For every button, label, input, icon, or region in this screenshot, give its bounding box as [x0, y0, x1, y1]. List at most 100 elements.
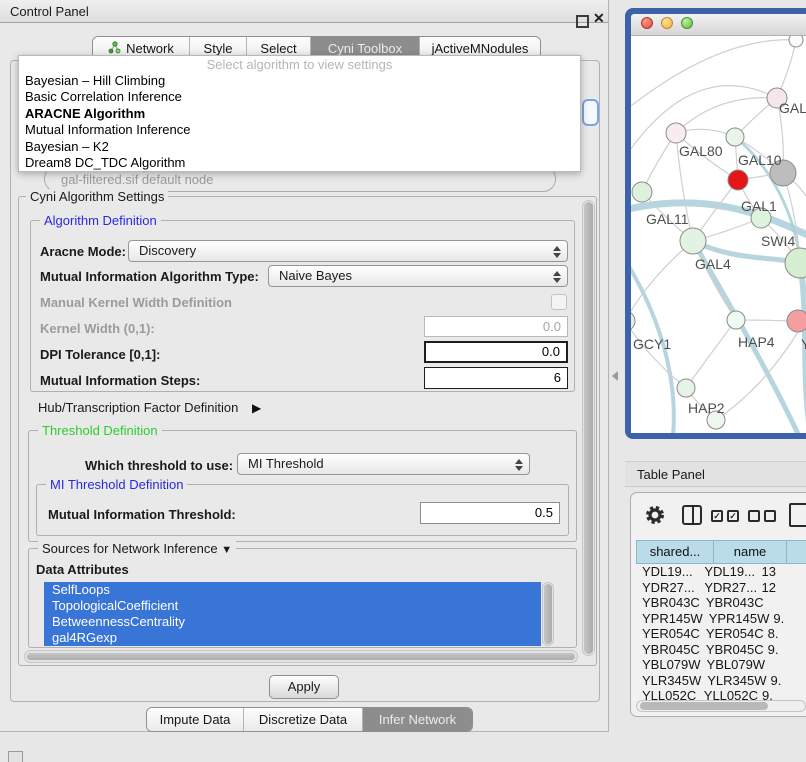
cell: [765, 657, 806, 673]
node-salmon[interactable]: [787, 310, 806, 332]
node-swi4[interactable]: [785, 248, 806, 278]
table-settings-gear-icon[interactable]: [645, 505, 665, 525]
node-selected-red[interactable]: [728, 170, 748, 190]
deselect-all-checkbox-icon[interactable]: [748, 510, 760, 522]
list-item[interactable]: gal4RGexp: [44, 630, 541, 646]
table-row[interactable]: YPR145W YPR145W 9.: [636, 611, 806, 627]
dropdown-item-selected[interactable]: ARACNE Algorithm: [19, 106, 580, 122]
cell: YDL19...: [698, 564, 757, 580]
close-icon[interactable]: ✕: [593, 10, 609, 28]
tab-infer-network[interactable]: Infer Network: [363, 708, 472, 731]
column-header-partial[interactable]: [786, 540, 806, 564]
node-label: GAL4: [695, 256, 731, 272]
network-canvas[interactable]: GAL GAL80 GAL10 GAL1 GAL11 SWI4 GAL4 GCY…: [631, 36, 806, 433]
cell: 9.: [767, 673, 806, 689]
table-row[interactable]: YBL079W YBL079W: [636, 657, 806, 673]
settings-vertical-scrollbar[interactable]: [582, 200, 595, 656]
panel-restore-icon[interactable]: [8, 751, 23, 762]
cell: YPR145W: [703, 611, 770, 627]
cyni-bottom-tabbar: Impute Data Discretize Data Infer Networ…: [146, 707, 473, 732]
cell: 8.: [764, 626, 806, 642]
select-all-checkbox-icon[interactable]: ✓: [727, 510, 739, 522]
node-hap2[interactable]: [677, 379, 695, 397]
node-gal11[interactable]: [632, 182, 652, 202]
cyni-algorithm-settings-title: Cyni Algorithm Settings: [26, 189, 168, 204]
mi-threshold-field[interactable]: 0.5: [420, 502, 560, 524]
focused-combobox-fragment[interactable]: [582, 99, 599, 126]
mi-steps-field[interactable]: 6: [424, 367, 568, 389]
mac-zoom-icon[interactable]: [681, 17, 693, 29]
spinner-arrows-icon: [552, 245, 560, 259]
mac-minimize-icon[interactable]: [661, 17, 673, 29]
collapse-arrow-icon: ▼: [221, 544, 232, 556]
cell: YER054C: [700, 626, 764, 642]
attributes-list-scrollbar[interactable]: [542, 582, 554, 646]
sources-title[interactable]: Sources for Network Inference ▼: [38, 541, 236, 556]
dpi-tolerance-field[interactable]: 0.0: [424, 341, 568, 363]
control-panel-titlebar: Control Panel: [0, 0, 608, 23]
dropdown-item[interactable]: Basic Correlation Inference: [19, 89, 580, 105]
list-item[interactable]: BetweennessCentrality: [44, 614, 541, 630]
mi-algorithm-type-label: Mutual Information Algorithm Type:: [40, 269, 259, 284]
node-gcy1[interactable]: [631, 311, 635, 331]
tab-discretize-data[interactable]: Discretize Data: [244, 708, 363, 731]
tab-network-label: Network: [126, 41, 174, 56]
table-row[interactable]: YDR27... YDR27... 12: [636, 580, 806, 596]
hub-transcription-factor-label: Hub/Transcription Factor Definition: [38, 400, 238, 415]
which-threshold-label: Which threshold to use:: [85, 458, 233, 473]
apply-button[interactable]: Apply: [269, 675, 339, 699]
settings-horizontal-scrollbar[interactable]: [24, 650, 578, 663]
table-row[interactable]: YER054C YER054C 8.: [636, 626, 806, 642]
dropdown-item[interactable]: Bayesian – K2: [19, 139, 580, 155]
desktop: Control Panel ✕ Network Style Select Cyn…: [0, 0, 806, 762]
node-gal80[interactable]: [666, 123, 686, 143]
manual-kernel-width-checkbox[interactable]: [551, 294, 567, 310]
expand-arrow-icon: ▶: [252, 401, 261, 415]
tab-style-label: Style: [204, 41, 233, 56]
cell: YBR045C: [636, 642, 700, 658]
deselect-all-checkbox-icon[interactable]: [764, 510, 776, 522]
column-header-name[interactable]: name: [713, 540, 787, 564]
tab-impute-data[interactable]: Impute Data: [147, 708, 244, 731]
kernel-width-field[interactable]: 0.0: [424, 316, 568, 337]
mi-algorithm-type-combobox[interactable]: Naive Bayes: [268, 265, 568, 287]
cell: YDL19...: [636, 564, 698, 580]
mi-threshold-label: Mutual Information Threshold:: [48, 507, 236, 522]
table-horizontal-scrollbar[interactable]: [636, 700, 806, 712]
list-item[interactable]: TopologicalCoefficient: [44, 598, 541, 614]
column-header-shared-name[interactable]: shared...: [636, 540, 714, 564]
new-table-icon[interactable]: [789, 503, 806, 527]
node-label: HAP2: [688, 400, 725, 416]
dropdown-item[interactable]: Bayesian – Hill Climbing: [19, 73, 580, 89]
aracne-mode-value: Discovery: [139, 243, 196, 258]
dropdown-item[interactable]: Mutual Information Inference: [19, 122, 580, 138]
aracne-mode-combobox[interactable]: Discovery: [128, 240, 568, 262]
float-window-icon[interactable]: [576, 15, 589, 28]
table-row[interactable]: YBR043C YBR043C: [636, 595, 806, 611]
table-row[interactable]: YDL19... YDL19... 13: [636, 564, 806, 580]
node-gal10[interactable]: [726, 128, 744, 146]
splitpane-handle-icon[interactable]: [612, 371, 618, 381]
select-all-checkbox-icon[interactable]: ✓: [711, 510, 723, 522]
node-label: Y: [801, 336, 806, 352]
network-window-titlebar[interactable]: [631, 14, 806, 36]
dropdown-item[interactable]: Dream8 DC_TDC Algorithm: [19, 155, 580, 171]
cell: YBL079W: [636, 657, 701, 673]
hub-transcription-factor-expander[interactable]: Hub/Transcription Factor Definition ▶: [38, 400, 261, 415]
list-item[interactable]: SelfLoops: [44, 582, 541, 598]
column-layout-icon[interactable]: [682, 505, 702, 525]
node-table: YDL19... YDL19... 13 YDR27... YDR27... 1…: [636, 564, 806, 702]
cell: YER054C: [636, 626, 700, 642]
cell: YBR043C: [636, 595, 700, 611]
mac-close-icon[interactable]: [641, 17, 653, 29]
node-hap4[interactable]: [727, 311, 745, 329]
cell: YBR043C: [700, 595, 764, 611]
table-row[interactable]: YBR045C YBR045C 9.: [636, 642, 806, 658]
node-unlabeled-top[interactable]: [789, 36, 803, 47]
which-threshold-combobox[interactable]: MI Threshold: [237, 453, 530, 475]
cell: YDR27...: [698, 580, 757, 596]
node-gal4[interactable]: [680, 228, 706, 254]
dropdown-placeholder: Select algorithm to view settings: [19, 56, 580, 73]
table-row[interactable]: YLR345W YLR345W 9.: [636, 673, 806, 689]
threshold-definition-title: Threshold Definition: [38, 423, 162, 438]
